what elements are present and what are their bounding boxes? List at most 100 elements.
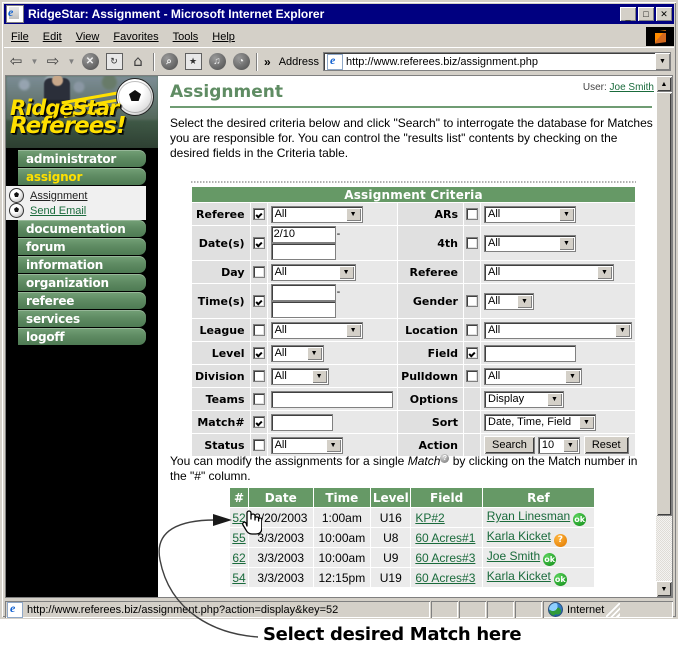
forward-button[interactable]: ⇨ xyxy=(41,51,65,73)
reset-button[interactable]: Reset xyxy=(583,436,629,454)
search-button[interactable]: ⌕ xyxy=(157,51,181,73)
menu-file[interactable]: File xyxy=(4,29,36,45)
maximize-button[interactable]: □ xyxy=(638,7,654,21)
menu-edit[interactable]: Edit xyxy=(36,29,69,45)
left-checkbox[interactable] xyxy=(252,347,265,360)
chevron-down-icon[interactable]: ▼ xyxy=(306,346,322,360)
close-button[interactable]: ✕ xyxy=(656,7,672,21)
toolbar-overflow-button[interactable]: » xyxy=(260,55,275,69)
left-checkbox-cell[interactable] xyxy=(249,283,268,319)
match-number-cell[interactable]: 62 xyxy=(229,547,249,568)
stop-button[interactable]: ✕ xyxy=(78,51,102,73)
left-checkbox-cell[interactable] xyxy=(249,410,268,434)
menu-view[interactable]: View xyxy=(69,29,107,45)
ref-link[interactable]: Karla Kicket xyxy=(487,569,551,583)
right-select[interactable]: All ▼ xyxy=(484,367,582,385)
forward-dropdown[interactable]: ▼ xyxy=(65,51,78,73)
menu-help[interactable]: Help xyxy=(205,29,242,45)
ref-link[interactable]: Karla Kicket xyxy=(487,529,551,543)
scrollbar-track[interactable] xyxy=(656,92,672,581)
sidebar-subitem-assignment[interactable]: Assignment xyxy=(6,188,146,203)
match-field-cell[interactable]: 60 Acres#3 xyxy=(410,567,483,588)
field-link[interactable]: 60 Acres#1 xyxy=(415,531,475,545)
sidebar-item-documentation[interactable]: documentation xyxy=(18,220,146,237)
left-checkbox-cell[interactable] xyxy=(249,225,268,261)
page-scrollbar[interactable]: ▲ ▼ xyxy=(656,76,672,597)
right-checkbox[interactable] xyxy=(466,295,478,308)
back-button[interactable]: ⇦ xyxy=(4,51,28,73)
left-checkbox-cell[interactable] xyxy=(249,260,268,284)
home-button[interactable]: ⌂ xyxy=(126,51,150,73)
chevron-down-icon[interactable]: ▼ xyxy=(559,236,574,250)
left-checkbox-cell[interactable] xyxy=(249,387,268,411)
right-select[interactable]: All ▼ xyxy=(484,263,614,281)
left-select[interactable]: All ▼ xyxy=(270,263,356,281)
menu-tools[interactable]: Tools xyxy=(166,29,206,45)
media-button[interactable]: ♫ xyxy=(205,51,229,73)
chevron-down-icon[interactable]: ▼ xyxy=(565,369,580,383)
match-ref-cell[interactable]: Karla Kicket ok xyxy=(481,567,596,588)
right-select[interactable]: All ▼ xyxy=(484,234,576,252)
chevron-down-icon[interactable]: ▼ xyxy=(559,207,574,221)
left-select[interactable]: All ▼ xyxy=(270,367,329,385)
menu-favorites[interactable]: Favorites xyxy=(106,29,165,45)
ref-link[interactable]: Joe Smith xyxy=(487,549,540,563)
right-select[interactable]: All ▼ xyxy=(484,205,576,223)
sidebar-item-organization[interactable]: organization xyxy=(18,274,146,291)
match-ref-cell[interactable]: Joe Smith ok xyxy=(481,547,596,568)
chevron-down-icon[interactable]: ▼ xyxy=(345,323,361,337)
match-number-cell[interactable]: 54 xyxy=(229,567,249,588)
right-select[interactable]: Date, Time, Field ▼ xyxy=(484,413,596,431)
right-checkbox-cell[interactable] xyxy=(463,341,481,365)
match-number-cell[interactable]: 55 xyxy=(229,527,249,548)
match-number-cell[interactable]: 52 xyxy=(229,507,249,528)
sidebar-item-assignor[interactable]: assignor xyxy=(18,168,146,185)
left-select[interactable]: All ▼ xyxy=(270,321,363,339)
chevron-down-icon[interactable]: ▼ xyxy=(597,265,612,279)
sidebar-item-services[interactable]: services xyxy=(18,310,146,327)
chevron-down-icon[interactable]: ▼ xyxy=(562,438,578,452)
scroll-down-button[interactable]: ▼ xyxy=(656,581,672,597)
left-range-to[interactable] xyxy=(270,243,336,260)
resize-grip-icon[interactable] xyxy=(606,602,621,617)
match-ref-cell[interactable]: Ryan Linesman ok xyxy=(481,507,596,528)
match-number-link[interactable]: 54 xyxy=(232,571,245,585)
left-checkbox[interactable] xyxy=(252,266,265,279)
right-checkbox[interactable] xyxy=(466,370,478,383)
right-checkbox[interactable] xyxy=(466,347,478,360)
chevron-down-icon[interactable]: ▼ xyxy=(345,207,361,221)
left-range-from[interactable]: 2/10 xyxy=(270,226,336,243)
chevron-down-icon[interactable]: ▼ xyxy=(338,265,354,279)
chevron-down-icon[interactable]: ▼ xyxy=(325,438,341,452)
left-checkbox[interactable] xyxy=(252,416,265,429)
right-checkbox-cell[interactable] xyxy=(463,318,481,342)
sidebar-item-information[interactable]: information xyxy=(18,256,146,273)
left-checkbox-cell[interactable] xyxy=(249,318,268,342)
match-ref-cell[interactable]: Karla Kicket? xyxy=(481,527,596,548)
right-text-input[interactable] xyxy=(484,344,576,362)
left-checkbox-cell[interactable] xyxy=(249,202,268,226)
right-select[interactable]: Display ▼ xyxy=(484,390,564,408)
field-link[interactable]: KP#2 xyxy=(415,511,444,525)
match-number-link[interactable]: 62 xyxy=(232,551,245,565)
sidebar-item-administrator[interactable]: administrator xyxy=(18,150,146,167)
field-link[interactable]: 60 Acres#3 xyxy=(415,571,475,585)
left-checkbox[interactable] xyxy=(252,237,265,250)
ref-link[interactable]: Ryan Linesman xyxy=(487,509,570,523)
minimize-button[interactable]: _ xyxy=(620,7,636,21)
match-field-cell[interactable]: 60 Acres#1 xyxy=(410,527,483,548)
sidebar-item-referee[interactable]: referee xyxy=(18,292,146,309)
search-button[interactable]: Search xyxy=(484,436,535,454)
match-number-link[interactable]: 52 xyxy=(232,511,245,525)
address-input[interactable]: http://www.referees.biz/assignment.php xyxy=(346,56,655,68)
address-dropdown-button[interactable]: ▼ xyxy=(655,53,670,70)
chevron-down-icon[interactable]: ▼ xyxy=(547,392,562,406)
match-number-link[interactable]: 55 xyxy=(232,531,245,545)
sidebar-item-logoff[interactable]: logoff xyxy=(18,328,146,345)
field-link[interactable]: 60 Acres#3 xyxy=(415,551,475,565)
address-bar[interactable]: http://www.referees.biz/assignment.php ▼ xyxy=(323,52,671,71)
scroll-up-button[interactable]: ▲ xyxy=(656,76,672,92)
left-text-input[interactable] xyxy=(270,413,333,431)
result-count-select[interactable]: 10 ▼ xyxy=(537,436,580,454)
left-checkbox[interactable] xyxy=(252,295,265,308)
